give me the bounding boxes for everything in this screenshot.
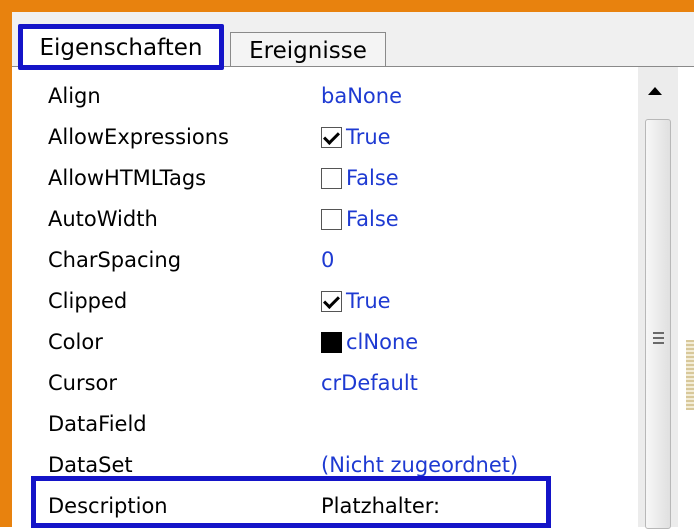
property-value[interactable]: 0 — [321, 248, 334, 272]
property-name: DataSet — [48, 453, 133, 477]
property-name: Color — [48, 330, 103, 354]
value-text: baNone — [321, 84, 402, 108]
value-text: (Nicht zugeordnet) — [321, 453, 519, 477]
property-name: CharSpacing — [48, 248, 182, 272]
property-value[interactable]: baNone — [321, 84, 402, 108]
property-row-datafield[interactable]: DataField — [12, 405, 638, 446]
frame-top-border — [0, 0, 694, 12]
property-value[interactable]: False — [321, 207, 399, 231]
property-value[interactable]: crDefault — [321, 371, 418, 395]
checkbox-checked-icon[interactable] — [321, 126, 342, 148]
property-name: DataField — [48, 412, 147, 436]
grip-line — [653, 337, 664, 339]
scroll-thumb[interactable] — [645, 119, 671, 529]
tab-label: Ereignisse — [249, 38, 367, 64]
property-row-allowhtmltags[interactable]: AllowHTMLTags False — [12, 159, 638, 200]
value-text: False — [346, 166, 399, 190]
value-text: True — [346, 289, 391, 313]
color-swatch-icon — [321, 331, 342, 353]
property-row-charspacing[interactable]: CharSpacing 0 — [12, 241, 638, 282]
grip-line — [653, 332, 664, 334]
value-text: clNone — [346, 330, 419, 354]
property-row-allowexpressions[interactable]: AllowExpressions True — [12, 118, 638, 159]
value-text: True — [346, 125, 391, 149]
grip-line — [653, 342, 664, 344]
property-value[interactable]: (Nicht zugeordnet) — [321, 453, 518, 477]
description-highlight-box — [31, 476, 551, 528]
property-row-color[interactable]: Color clNone — [12, 323, 638, 364]
tab-eigenschaften[interactable]: Eigenschaften — [18, 24, 224, 70]
property-row-clipped[interactable]: Clipped True — [12, 282, 638, 323]
vertical-scrollbar[interactable] — [638, 67, 678, 529]
tab-label: Eigenschaften — [39, 35, 203, 61]
property-row-cursor[interactable]: Cursor crDefault — [12, 364, 638, 405]
scroll-up-arrow-icon[interactable] — [648, 87, 662, 95]
checkbox-checked-icon[interactable] — [321, 290, 342, 312]
property-name: Clipped — [48, 289, 128, 313]
property-row-autowidth[interactable]: AutoWidth False — [12, 200, 638, 241]
frame-left-border — [0, 0, 12, 527]
property-name: Cursor — [48, 371, 118, 395]
splitter-handle[interactable] — [686, 340, 694, 410]
panel-edge — [678, 67, 694, 527]
property-name: AutoWidth — [48, 207, 158, 231]
property-value[interactable]: True — [321, 125, 391, 149]
property-name: Align — [48, 84, 101, 108]
property-grid: Align baNone AllowExpressions True Allow… — [12, 67, 638, 527]
value-text: 0 — [321, 248, 335, 272]
tab-ereignisse[interactable]: Ereignisse — [230, 32, 386, 69]
property-name: AllowExpressions — [48, 125, 229, 149]
property-value[interactable]: clNone — [321, 330, 418, 354]
property-value[interactable]: False — [321, 166, 399, 190]
property-name: AllowHTMLTags — [48, 166, 207, 190]
property-row-align[interactable]: Align baNone — [12, 77, 638, 118]
checkbox-unchecked-icon[interactable] — [321, 208, 342, 230]
value-text: crDefault — [321, 371, 418, 395]
value-text: False — [346, 207, 399, 231]
property-value[interactable]: True — [321, 289, 391, 313]
checkbox-unchecked-icon[interactable] — [321, 167, 342, 189]
